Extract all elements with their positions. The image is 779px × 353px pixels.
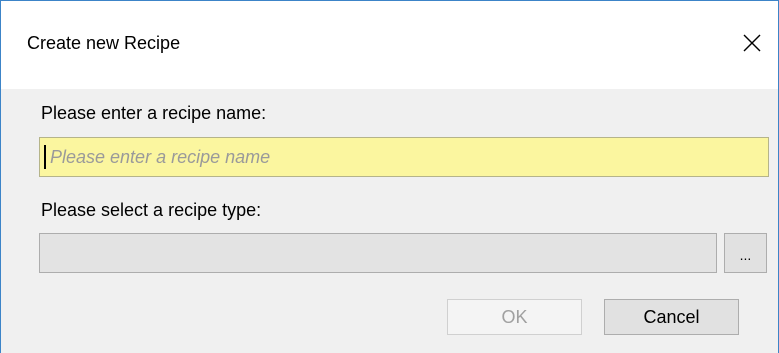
close-icon (743, 34, 761, 52)
recipe-type-label: Please select a recipe type: (41, 200, 262, 220)
create-recipe-dialog: Create new Recipe Please enter a recipe … (0, 0, 779, 353)
recipe-name-label: Please enter a recipe name: (41, 103, 267, 123)
text-caret (44, 145, 46, 169)
browse-recipe-type-button[interactable]: ... (724, 233, 767, 273)
close-button[interactable] (734, 25, 770, 61)
dialog-content: Please enter a recipe name: Please selec… (1, 89, 778, 353)
cancel-button[interactable]: Cancel (604, 299, 739, 335)
ok-button[interactable]: OK (447, 299, 582, 335)
title-bar: Create new Recipe (1, 1, 778, 89)
dialog-title: Create new Recipe (27, 33, 181, 53)
recipe-name-input[interactable] (39, 137, 769, 177)
recipe-type-field[interactable] (39, 233, 717, 273)
